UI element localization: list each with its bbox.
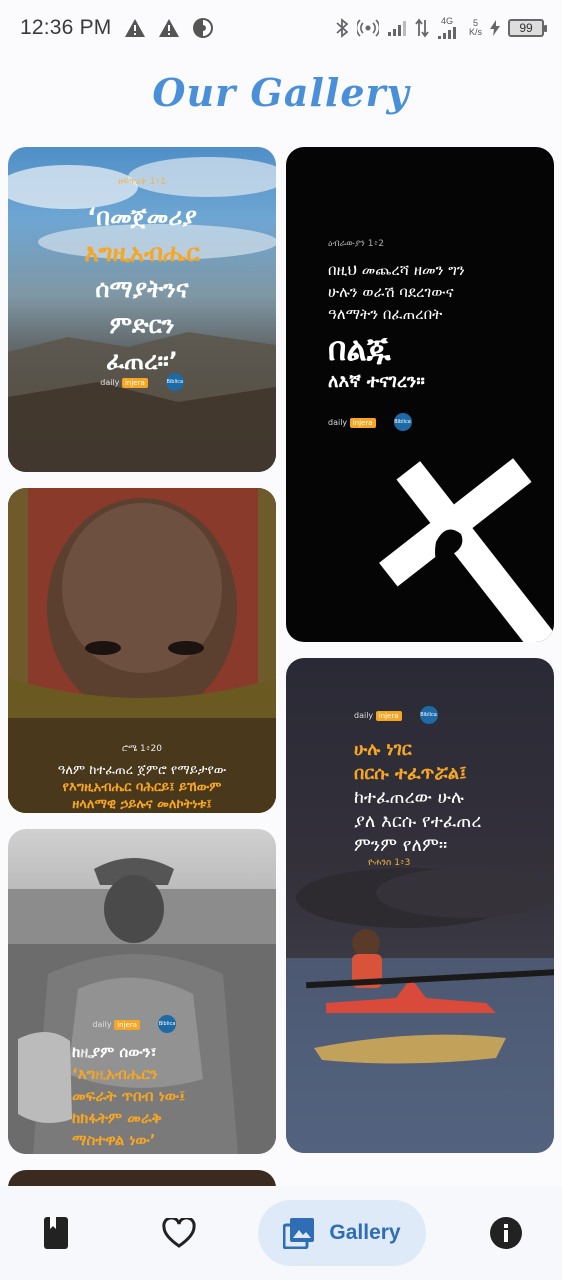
- signal-icon: [437, 26, 456, 39]
- brand-logo: daily injera: [92, 1019, 140, 1030]
- publisher-logo: Biblica: [419, 706, 438, 724]
- verse-highlight: እግዚአብሔር: [84, 239, 200, 267]
- warning-icon: [124, 19, 145, 37]
- verse-highlight: ‘እግዚአብሔርን: [72, 1065, 158, 1083]
- status-bar: 12:36 PM 4G 5 K/s 99: [0, 0, 562, 56]
- verse-line: ምንም የለም።: [354, 835, 448, 856]
- verse-line: ሁሉን ወራሽ ባደረገውና: [328, 283, 454, 301]
- nav-gallery-label: Gallery: [329, 1221, 401, 1244]
- book-icon: [44, 1217, 68, 1249]
- gallery-card[interactable]: ዕብራውያን 1፥2 በዚህ መጨረሻ ዘመን ግን ሁሉን ወራሽ ባደረገው…: [286, 147, 554, 642]
- publisher-logo: Biblica: [158, 1015, 176, 1033]
- verse-reference: ዮሐንስ 1፥3: [368, 858, 411, 868]
- cross-image: [379, 458, 554, 642]
- network-type-label: 4G: [440, 15, 453, 26]
- brand-logo: daily injera: [100, 377, 148, 388]
- nav-bookmarks-button[interactable]: [36, 1200, 76, 1266]
- verse-line: ዓለማትን በፈጠረበት: [328, 305, 443, 323]
- verse-highlight: መፍራት ጥበብ ነው፤: [72, 1087, 186, 1105]
- brand-logo: daily injera: [354, 710, 402, 721]
- charging-icon: [490, 20, 500, 36]
- gallery-icon: [283, 1218, 315, 1249]
- bottom-navigation: Gallery: [0, 1186, 562, 1280]
- verse-line: በዚህ መጨረሻ ዘመን ግን: [328, 261, 465, 279]
- bluetooth-icon: [336, 18, 349, 38]
- warning-icon: [158, 19, 179, 37]
- nav-info-button[interactable]: [488, 1200, 524, 1266]
- info-icon: [490, 1217, 522, 1249]
- nav-gallery-button[interactable]: Gallery: [258, 1200, 426, 1266]
- verse-line: ለእኛ ተናገረን።: [328, 371, 425, 392]
- gallery-card[interactable]: daily injera Biblica ከዚያም ሰውን፣ ‘እግዚአብሔርን…: [8, 829, 276, 1154]
- verse-highlight: የእግዚአብሔር ባሕርይ፤ ይኸውም: [62, 780, 222, 795]
- nav-favorites-button[interactable]: [158, 1200, 200, 1266]
- page-title: Our Gallery: [152, 70, 410, 115]
- verse-highlight: ዘላለማዊ ኃይሉና መለኮትነቱ፤: [72, 797, 212, 812]
- signal-icon: [387, 21, 406, 36]
- gallery-card[interactable]: daily injera Biblica ሁሉ ነገር በርሱ ተፈጥሯል፤ ከ…: [286, 658, 554, 1153]
- verse-reference: ዕብራውያን 1፥2: [328, 239, 384, 249]
- verse-highlight: በርሱ ተፈጥሯል፤: [354, 763, 467, 784]
- battery-indicator: 99: [508, 19, 547, 37]
- heart-icon: [162, 1218, 196, 1248]
- verse-reference: ሮሜ 1፥20: [122, 744, 162, 754]
- status-time: 12:36 PM: [20, 16, 112, 39]
- verse-line: ከዚያም ሰውን፣: [72, 1043, 157, 1061]
- net-speed-unit: K/s: [468, 27, 482, 37]
- verse-line: ዓለም ከተፈጠረ ጀምሮ የማይታየው: [57, 763, 227, 778]
- verse-line: ሰማያትንና: [95, 275, 189, 303]
- verse-reference: ዘፍጥረት 1፥1: [118, 177, 166, 187]
- verse-highlight: ማስተዋል ነው’: [72, 1131, 156, 1149]
- verse-line: ‘በመጀመሪያ: [87, 203, 197, 231]
- brand-logo: daily injera: [328, 417, 376, 428]
- gallery-card[interactable]: ሮሜ 1፥20 ዓለም ከተፈጠረ ጀምሮ የማይታየው የእግዚአብሔር ባሕ…: [8, 488, 276, 813]
- gallery-card[interactable]: ዘፍጥረት 1፥1 ‘በመጀመሪያ እግዚአብሔር ሰማያትንና ምድርን ፈጠ…: [8, 147, 276, 472]
- verse-line: ምድርን: [109, 311, 175, 339]
- verse-highlight: ከክፋትም መራቅ: [72, 1109, 162, 1127]
- verse-line: ከተፈጠረው ሁሉ: [354, 787, 464, 808]
- verse-emphasis: በልጁ: [328, 330, 391, 368]
- publisher-logo: Biblica: [165, 373, 184, 391]
- publisher-logo: Biblica: [393, 413, 412, 431]
- app-notification-icon: [192, 18, 213, 38]
- verse-highlight: ሁሉ ነገር: [354, 739, 412, 760]
- hotspot-icon: [356, 19, 379, 37]
- boat-on-water-image: [286, 868, 554, 1153]
- data-transfer-icon: [415, 18, 429, 38]
- verse-line: ያለ እርሱ የተፈጠረ: [354, 811, 482, 832]
